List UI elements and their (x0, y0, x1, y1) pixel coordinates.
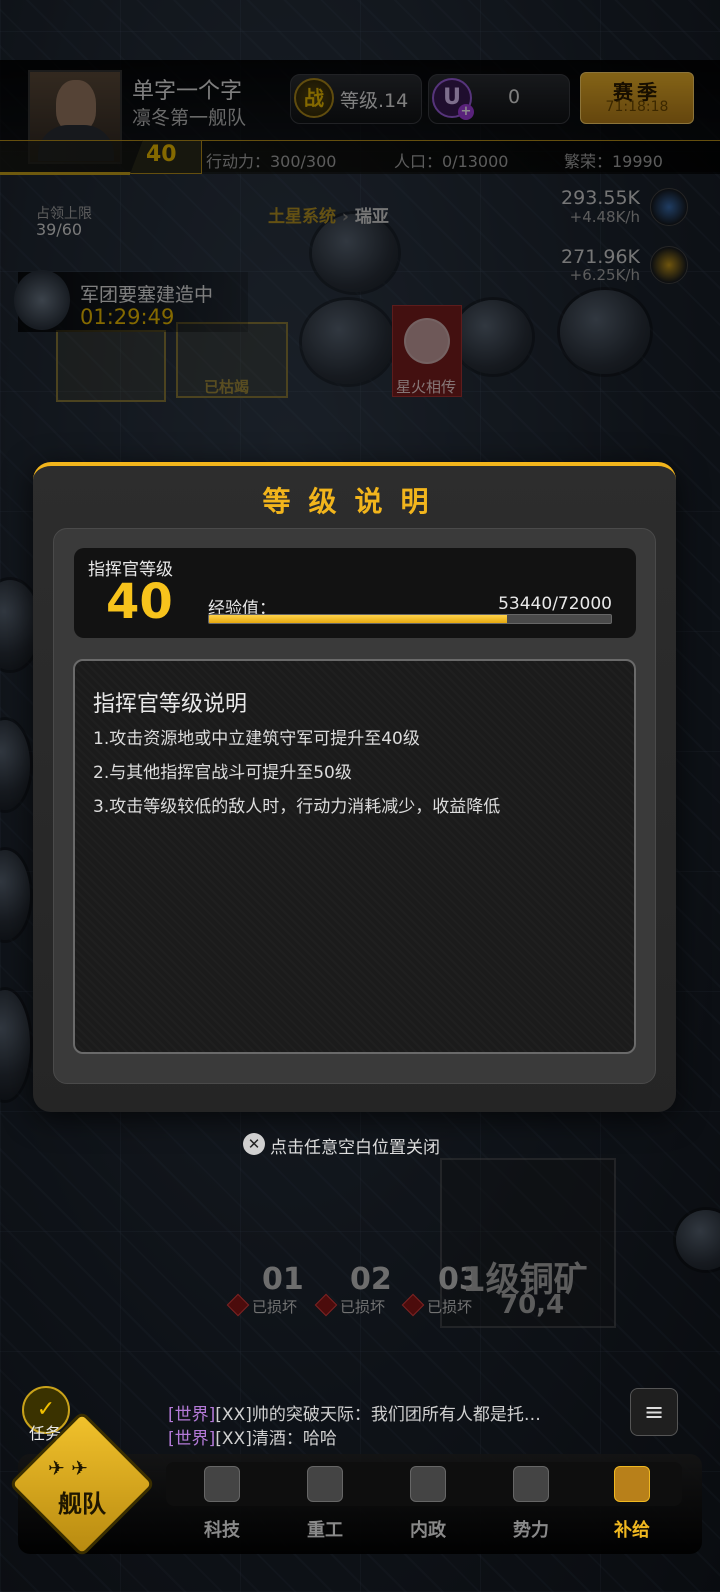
description-item: 3.攻击等级较低的敌人时，行动力消耗减少，收益降低 (93, 797, 501, 817)
description-item: 1.攻击资源地或中立建筑守军可提升至40级 (93, 729, 420, 749)
supply-icon[interactable] (614, 1466, 650, 1502)
chat-channel: [世界] (168, 1429, 216, 1449)
nav-item-internal[interactable]: 内政 (410, 1516, 446, 1542)
nav-item-industry[interactable]: 重工 (307, 1516, 343, 1542)
faction-icon[interactable] (513, 1466, 549, 1502)
exp-progress-fill (209, 615, 508, 623)
fleet-ship-icon: ✈ ✈ (48, 1456, 88, 1480)
close-icon[interactable]: ✕ (243, 1133, 265, 1155)
industry-icon[interactable] (307, 1466, 343, 1502)
description-panel (73, 659, 636, 1054)
chat-message[interactable]: [世界][XX]帅的突破天际：我们团所有人都是托… (168, 1400, 541, 1425)
description-item: 2.与其他指挥官战斗可提升至50级 (93, 763, 352, 783)
tech-icon[interactable] (204, 1466, 240, 1502)
internal-affairs-icon[interactable] (410, 1466, 446, 1502)
modal-title: 等级说明 (262, 485, 447, 518)
exp-value: 53440/72000 (498, 594, 612, 614)
chat-channel: [世界] (168, 1405, 216, 1425)
nav-item-supply[interactable]: 补给 (614, 1516, 650, 1542)
chat-text: [XX]帅的突破天际：我们团所有人都是托… (215, 1405, 541, 1425)
close-hint[interactable]: 点击任意空白位置关闭 (270, 1133, 440, 1158)
nav-item-faction[interactable]: 势力 (513, 1516, 549, 1542)
exp-progress-bar (208, 614, 612, 624)
nav-item-tech[interactable]: 科技 (204, 1516, 240, 1542)
chat-message[interactable]: [世界][XX]清酒：哈哈 (168, 1424, 337, 1449)
chat-list-button[interactable]: ≡ (630, 1388, 678, 1436)
fleet-button-label: 舰队 (58, 1490, 106, 1518)
chat-text: [XX]清酒：哈哈 (215, 1429, 337, 1449)
commander-level-number: 40 (106, 574, 173, 630)
description-title: 指挥官等级说明 (93, 692, 248, 717)
